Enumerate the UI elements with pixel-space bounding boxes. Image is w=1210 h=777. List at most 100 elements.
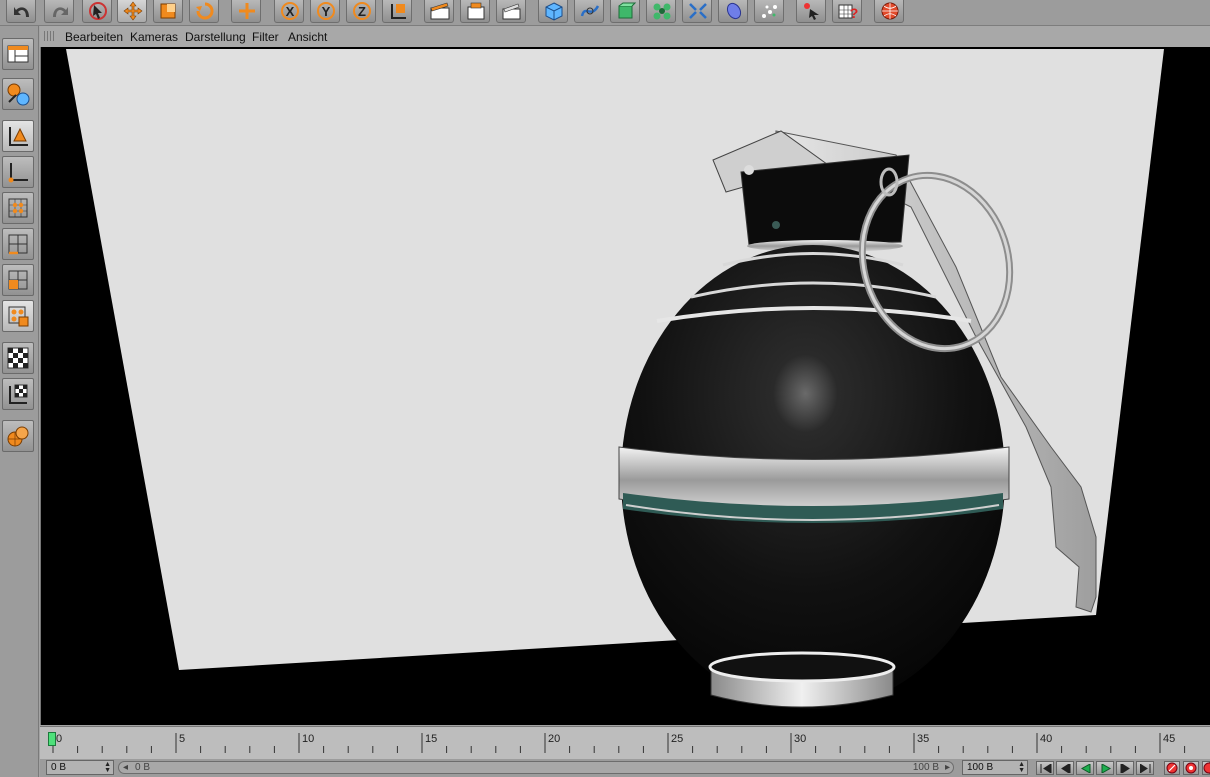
move-mode-icon — [239, 3, 255, 19]
prev-key-button[interactable] — [1056, 761, 1074, 775]
edges-button[interactable] — [2, 228, 34, 260]
deformer-button[interactable] — [682, 0, 712, 23]
timeline-tick-label: 35 — [917, 733, 929, 745]
menu-kameras[interactable]: Kameras — [130, 30, 178, 44]
end-frame-field[interactable]: 100 B ▲ ▼ — [962, 760, 1028, 775]
next-key-button[interactable] — [1116, 761, 1134, 775]
texture-tool-icon — [8, 306, 29, 327]
layout-icon — [7, 45, 29, 63]
render-view-button[interactable] — [424, 0, 454, 23]
render-settings-button[interactable] — [496, 0, 526, 23]
play-backward-button[interactable] — [1076, 761, 1094, 775]
spline-icon — [580, 5, 600, 17]
goto-start-button[interactable] — [1036, 761, 1054, 775]
auto-key-button[interactable] — [1183, 761, 1199, 775]
current-frame-field[interactable]: 0 B ▲ ▼ — [46, 760, 114, 775]
timeline-tick-label: 15 — [425, 733, 437, 745]
weight-tool-icon — [7, 426, 29, 447]
layout-button[interactable] — [2, 38, 34, 70]
axis-button[interactable] — [2, 156, 34, 188]
timeline-tick-label: 10 — [302, 733, 314, 745]
play-backward-icon — [1080, 764, 1091, 773]
cube-object-button[interactable] — [538, 0, 568, 23]
undo-icon — [14, 7, 29, 17]
effector-button[interactable] — [796, 0, 826, 23]
spline-button[interactable] — [574, 0, 604, 23]
scale-icon — [160, 3, 176, 19]
record-icon — [1166, 762, 1178, 774]
x-axis-icon: X — [281, 2, 299, 20]
deformer-icon — [689, 3, 707, 19]
scene-object-button[interactable] — [718, 0, 748, 23]
texture-axis-button[interactable] — [2, 378, 34, 410]
undo-button[interactable] — [6, 0, 36, 23]
keyframe-selection-button[interactable] — [1202, 761, 1210, 775]
frame-range-slider[interactable]: ◂ 0 B 100 B ▸ — [118, 761, 954, 774]
record-button[interactable] — [1164, 761, 1180, 775]
timeline-playhead[interactable] — [48, 732, 56, 746]
move-mode-button[interactable] — [231, 0, 261, 23]
current-frame-spinner[interactable]: ▲ ▼ — [104, 761, 111, 774]
keyframe-selection-icon — [1203, 762, 1210, 774]
model-tool-button[interactable] — [2, 78, 34, 110]
move-button[interactable] — [117, 0, 147, 23]
edges-icon — [8, 234, 28, 255]
globe-button[interactable] — [874, 0, 904, 23]
x-axis-label: X — [286, 4, 295, 19]
timeline-ticks: 051015202530354045505560657075808590 — [52, 733, 1186, 753]
y-axis-icon: Y — [317, 2, 335, 20]
texture-axis-icon — [9, 384, 28, 404]
environment-button[interactable] — [754, 0, 784, 23]
current-frame-value: 0 B — [51, 762, 67, 773]
viewport-scene — [66, 49, 1164, 709]
x-axis-button[interactable]: X — [274, 0, 304, 23]
render-picture-button[interactable] — [460, 0, 490, 23]
help-button[interactable]: ? — [832, 0, 862, 23]
main-toolbar: X Y Z ? — [0, 0, 1210, 26]
range-start-arrow-icon: ◂ — [123, 762, 129, 773]
nurbs-button[interactable] — [610, 0, 640, 23]
environment-icon — [762, 5, 777, 18]
polygons-button[interactable] — [2, 264, 34, 296]
menu-ansicht[interactable]: Ansicht — [288, 30, 327, 44]
y-axis-label: Y — [322, 4, 331, 19]
coordinate-system-button[interactable] — [382, 0, 412, 23]
menu-darstellung[interactable]: Darstellung — [185, 30, 246, 44]
z-axis-button[interactable]: Z — [346, 0, 376, 23]
auto-key-icon — [1185, 762, 1197, 774]
effector-icon — [804, 3, 819, 20]
weight-tool-button[interactable] — [2, 420, 34, 452]
scene-object-icon — [726, 2, 742, 20]
rotate-button[interactable] — [189, 0, 219, 23]
animation-bar: 0 B ▲ ▼ ◂ 0 B 100 B ▸ 100 B ▲ ▼ — [40, 759, 1210, 777]
goto-start-icon — [1040, 764, 1052, 773]
timeline-tick-label: 5 — [179, 733, 185, 745]
timeline-tick-label: 40 — [1040, 733, 1052, 745]
menu-grip[interactable] — [44, 31, 56, 41]
editor-viewport[interactable] — [40, 47, 1210, 725]
model-tool-icon — [7, 83, 30, 106]
menu-bearbeiten[interactable]: Bearbeiten — [65, 30, 123, 44]
live-selection-button[interactable] — [82, 0, 112, 23]
redo-button[interactable] — [44, 0, 74, 23]
axis-icon — [8, 163, 28, 183]
polygons-icon — [8, 270, 28, 290]
goto-end-button[interactable] — [1136, 761, 1154, 775]
next-key-icon — [1120, 764, 1130, 773]
timeline-ruler[interactable]: 051015202530354045505560657075808590 — [40, 726, 1210, 760]
texture-tool-button[interactable] — [2, 300, 34, 332]
checker-button[interactable] — [2, 342, 34, 374]
y-axis-button[interactable]: Y — [310, 0, 340, 23]
points-button[interactable] — [2, 192, 34, 224]
menu-filter[interactable]: Filter — [252, 30, 279, 44]
range-end-arrow-icon: ▸ — [944, 762, 950, 773]
end-frame-spinner[interactable]: ▲ ▼ — [1018, 761, 1025, 774]
svg-text:?: ? — [850, 5, 859, 21]
array-button[interactable] — [646, 0, 676, 23]
play-forward-button[interactable] — [1096, 761, 1114, 775]
object-axis-button[interactable] — [2, 120, 34, 152]
timeline-tick-label: 30 — [794, 733, 806, 745]
points-icon — [8, 198, 28, 218]
play-forward-icon — [1101, 764, 1112, 773]
scale-button[interactable] — [153, 0, 183, 23]
